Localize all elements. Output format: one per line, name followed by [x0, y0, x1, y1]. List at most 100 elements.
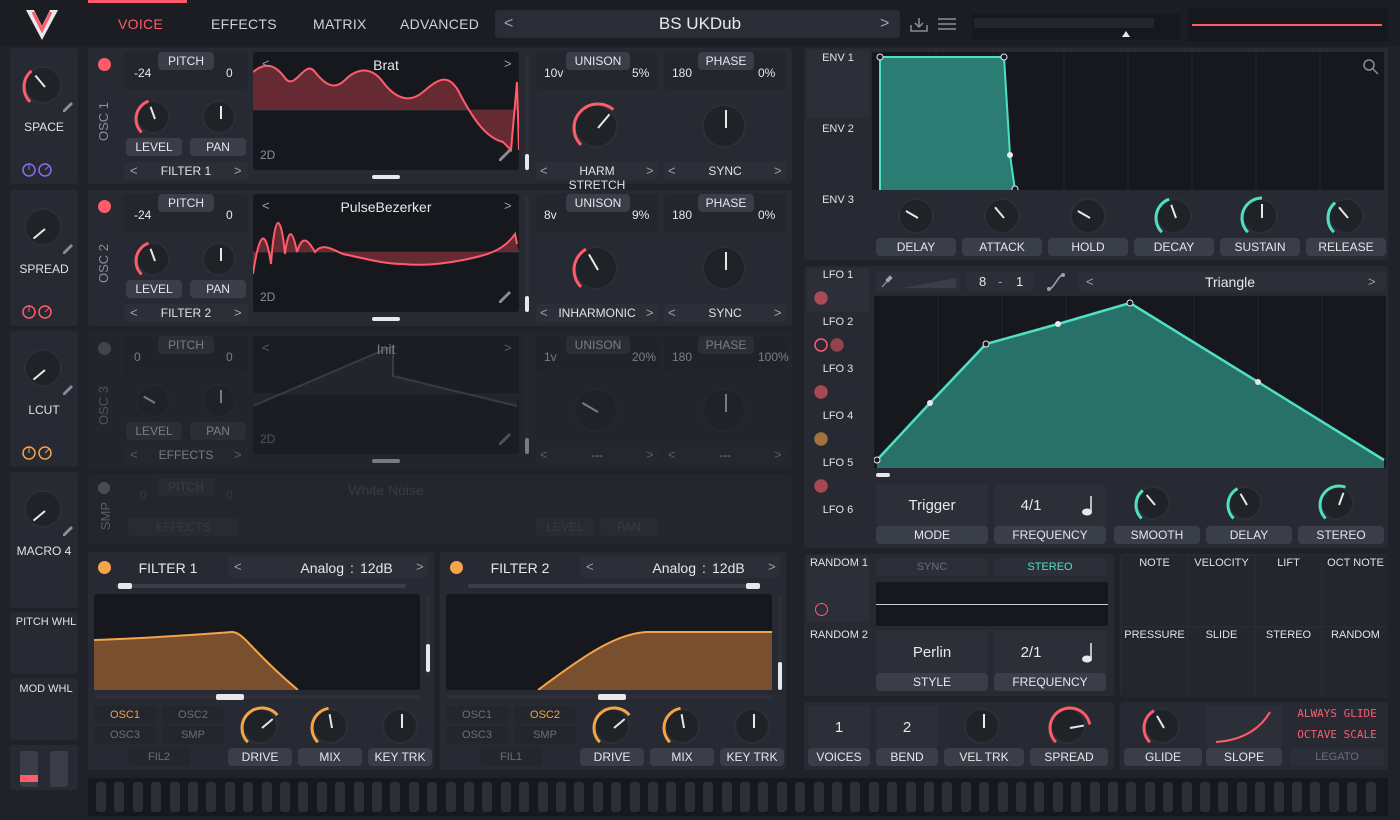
filter-2-type-next[interactable]: >	[768, 559, 776, 574]
osc-3-tune[interactable]: 0	[226, 350, 233, 364]
piano-key[interactable]	[1310, 782, 1321, 812]
osc-2-level-thumb[interactable]	[525, 296, 529, 312]
piano-key[interactable]	[868, 782, 879, 812]
note-icon[interactable]	[1080, 494, 1096, 516]
macro-1-knob[interactable]	[22, 66, 62, 104]
lfo-5-mod-icon[interactable]	[814, 478, 848, 494]
osc-3-unison-detune[interactable]: 20%	[632, 350, 656, 364]
smp-dest[interactable]: EFFECTS	[128, 518, 238, 536]
edit-wavetable-icon[interactable]	[498, 148, 512, 162]
filter-2-route-osc1[interactable]: OSC1	[446, 706, 508, 724]
osc-1-tune[interactable]: 0	[226, 66, 233, 80]
filter-1-route-osc3[interactable]: OSC3	[94, 726, 156, 744]
filter-1-mix-knob[interactable]	[310, 706, 348, 744]
spread-knob[interactable]	[1048, 706, 1092, 744]
osc-1-dest-next[interactable]: >	[234, 163, 242, 178]
piano-key[interactable]	[1236, 782, 1247, 812]
osc-2-distortion-prev[interactable]: <	[668, 305, 676, 320]
piano-key[interactable]	[997, 782, 1008, 812]
osc-3-transpose[interactable]: 0	[134, 350, 141, 364]
glide-knob[interactable]	[1142, 708, 1180, 744]
filter-2-cutoff-thumb[interactable]	[598, 694, 626, 700]
env-sustain-knob[interactable]	[1240, 196, 1278, 234]
piano-key[interactable]	[482, 782, 493, 812]
lfo-phase-handle[interactable]	[876, 473, 890, 477]
piano-key[interactable]	[500, 782, 511, 812]
edit-pencil-icon[interactable]	[62, 242, 74, 254]
tab-advanced[interactable]: ADVANCED	[400, 16, 479, 32]
piano-key[interactable]	[1181, 782, 1192, 812]
random-stereo-toggle[interactable]: STEREO	[994, 558, 1106, 576]
piano-key[interactable]	[224, 782, 235, 812]
piano-key[interactable]	[427, 782, 438, 812]
osc-2-wave-next[interactable]: >	[504, 198, 512, 213]
piano-key[interactable]	[979, 782, 990, 812]
osc-3-unison-voices[interactable]: 1v	[544, 350, 557, 364]
osc-2-frame-handle[interactable]	[372, 317, 400, 321]
env-delay-knob[interactable]	[898, 198, 934, 234]
piano-key[interactable]	[1071, 782, 1082, 812]
vital-logo[interactable]	[22, 6, 62, 44]
filter-1-blend-slider[interactable]	[116, 584, 406, 588]
piano-key[interactable]	[1347, 782, 1358, 812]
osc-1-phase-value[interactable]: 180	[672, 66, 692, 80]
piano-key[interactable]	[1255, 782, 1266, 812]
osc-1-distortion-prev[interactable]: <	[668, 163, 676, 178]
lfo-stereo-knob[interactable]	[1318, 484, 1354, 520]
edit-pencil-icon[interactable]	[62, 524, 74, 536]
osc-1-level-knob[interactable]	[134, 99, 170, 134]
piano-key[interactable]	[390, 782, 401, 812]
filter-1-route-osc2[interactable]: OSC2	[162, 706, 224, 724]
osc-2-pan-knob[interactable]	[202, 242, 236, 276]
osc-2-level-knob[interactable]	[134, 241, 170, 276]
osc-3-phase-random[interactable]: 100%	[758, 350, 789, 364]
mod-wheel[interactable]	[50, 751, 68, 787]
piano-key[interactable]	[758, 782, 769, 812]
edit-pencil-icon[interactable]	[62, 383, 74, 395]
piano-key[interactable]	[629, 782, 640, 812]
filter-2-blend-thumb[interactable]	[746, 583, 760, 589]
osc-2-spectral-prev[interactable]: <	[540, 305, 548, 320]
lfo-smooth-knob[interactable]	[1134, 486, 1170, 520]
filter-2-route-osc3[interactable]: OSC3	[446, 726, 508, 744]
filter-2-chain-toggle[interactable]: FIL1	[480, 748, 542, 766]
piano-key[interactable]	[574, 782, 585, 812]
piano-key[interactable]	[280, 782, 290, 812]
filter-1-type-prev[interactable]: <	[234, 559, 242, 574]
filter-1-drive-knob[interactable]	[240, 706, 279, 744]
env-hold-knob[interactable]	[1070, 198, 1106, 234]
osc-1-phase-random[interactable]: 0%	[758, 66, 775, 80]
tab-voice[interactable]: VOICE	[118, 16, 163, 32]
menu-icon[interactable]	[938, 17, 956, 31]
filter-2-key-trk-knob[interactable]	[734, 708, 770, 744]
random-frequency-value[interactable]: 2/1	[1000, 644, 1062, 661]
filter-2-drive-knob[interactable]	[592, 706, 631, 744]
osc-1-wave-name[interactable]: Brat	[288, 57, 484, 73]
piano-key[interactable]	[335, 782, 346, 812]
piano-key[interactable]	[740, 782, 750, 812]
random-sync-toggle[interactable]: SYNC	[876, 558, 988, 576]
piano-key[interactable]	[261, 782, 272, 812]
legato-toggle[interactable]: LEGATO	[1290, 748, 1384, 766]
osc-1-spectral-knob[interactable]	[572, 102, 618, 148]
osc-1-frame-handle[interactable]	[372, 175, 400, 179]
piano-key[interactable]	[169, 782, 180, 812]
osc-1-enable-toggle[interactable]	[98, 58, 111, 71]
osc-1-distortion-knob[interactable]	[702, 104, 746, 148]
filter-2-route-smp[interactable]: SMP	[514, 726, 576, 744]
piano-key[interactable]	[188, 782, 198, 812]
pitch-wheel[interactable]	[20, 751, 38, 787]
osc-2-dest-prev[interactable]: <	[130, 305, 138, 320]
piano-key[interactable]	[1292, 782, 1302, 812]
osc-1-level-thumb[interactable]	[525, 154, 529, 170]
osc-3-wave-name[interactable]: Init	[288, 341, 484, 357]
filter-1-blend-thumb[interactable]	[118, 583, 132, 589]
piano-key[interactable]	[519, 782, 530, 812]
piano-key[interactable]	[1273, 782, 1284, 812]
osc-2-wave-prev[interactable]: <	[262, 198, 270, 213]
filter-1-chain-toggle[interactable]: FIL2	[128, 748, 190, 766]
modulation-icon[interactable]	[22, 162, 56, 178]
osc-2-distortion-knob[interactable]	[702, 246, 746, 290]
piano-key[interactable]	[721, 782, 732, 812]
piano-key[interactable]	[850, 782, 861, 812]
